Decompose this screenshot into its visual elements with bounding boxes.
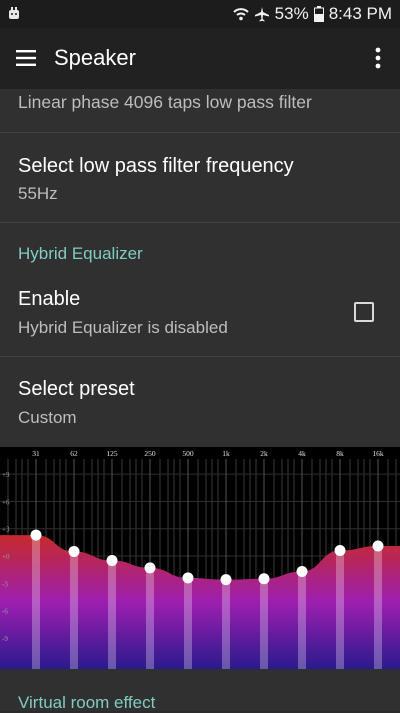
band-knob[interactable]: [220, 574, 232, 586]
enable-summary: Hybrid Equalizer is disabled: [18, 318, 228, 337]
band-frequency-label: 62: [70, 449, 78, 458]
db-tick-label: -6: [2, 608, 8, 616]
band-knob[interactable]: [334, 545, 346, 557]
band-slider-track[interactable]: [336, 550, 344, 669]
band-frequency-label: 250: [144, 449, 156, 458]
band-slider-track[interactable]: [374, 545, 382, 669]
db-tick-label: +0: [2, 553, 10, 561]
battery-percent: 53%: [274, 4, 309, 23]
band-knob[interactable]: [68, 545, 80, 557]
virtual-room-category: Virtual room effect: [18, 693, 156, 712]
preset-title: Select preset: [18, 378, 135, 400]
band-slider-track[interactable]: [146, 567, 154, 669]
band-frequency-label: 1k: [222, 449, 230, 458]
band-slider-track[interactable]: [298, 571, 306, 669]
band-slider-track[interactable]: [108, 560, 116, 669]
hamburger-menu-icon[interactable]: [14, 46, 38, 70]
low-pass-frequency-summary: 55Hz: [18, 184, 58, 203]
band-knob[interactable]: [30, 529, 42, 541]
db-tick-label: -3: [2, 580, 8, 588]
status-bar: 53% 8:43 PM: [0, 0, 400, 28]
low-pass-type-summary: Linear phase 4096 taps low pass filter: [18, 92, 312, 112]
band-slider-track[interactable]: [260, 578, 268, 669]
band-frequency-label: 31: [32, 449, 40, 458]
db-tick-label: +6: [2, 498, 10, 506]
band-frequency-label: 4k: [298, 449, 306, 458]
enable-checkbox[interactable]: [354, 302, 374, 322]
band-frequency-label: 16k: [372, 449, 384, 458]
band-frequency-label: 500: [182, 449, 194, 458]
band-knob[interactable]: [372, 540, 384, 552]
enable-title: Enable: [18, 288, 81, 310]
band-frequency-label: 2k: [260, 449, 268, 458]
hybrid-equalizer-category: Hybrid Equalizer: [18, 244, 143, 263]
low-pass-type-item[interactable]: Linear phase 4096 taps low pass filter: [0, 89, 400, 133]
airplane-mode-icon: [254, 7, 269, 22]
more-vertical-icon[interactable]: [374, 46, 382, 70]
band-knob[interactable]: [182, 572, 194, 584]
enable-equalizer-item[interactable]: Enable Hybrid Equalizer is disabled: [0, 267, 400, 357]
page-title: Speaker: [54, 45, 136, 70]
band-slider-track[interactable]: [32, 535, 40, 669]
low-pass-frequency-item[interactable]: Select low pass filter frequency 55Hz: [0, 133, 400, 223]
select-preset-item[interactable]: Select preset Custom: [0, 357, 400, 446]
band-frequency-label: 125: [106, 449, 118, 458]
preset-summary: Custom: [18, 408, 77, 427]
app-toolbar: Speaker: [0, 28, 400, 89]
low-pass-frequency-title: Select low pass filter frequency: [18, 155, 294, 177]
battery-icon: [313, 6, 324, 22]
db-tick-label: +3: [2, 526, 10, 534]
band-knob[interactable]: [144, 562, 156, 574]
equalizer-canvas[interactable]: 31 62 125 250 500 1k 2k 4k 8k 16k +9 +6 +3 +0 -3 -6 -9: [0, 447, 400, 669]
wifi-icon: [232, 8, 249, 21]
band-frequency-label: 8k: [336, 449, 344, 458]
db-tick-label: -9: [2, 635, 8, 643]
band-slider-track[interactable]: [222, 579, 230, 669]
band-knob[interactable]: [106, 555, 118, 567]
db-tick-label: +9: [2, 471, 10, 479]
clock: 8:43 PM: [328, 4, 392, 23]
band-knob[interactable]: [258, 573, 270, 585]
band-slider-track[interactable]: [70, 551, 78, 669]
notification-icon: [9, 7, 19, 19]
equalizer-graph[interactable]: 31 62 125 250 500 1k 2k 4k 8k 16k +9 +6 +3 +0 -3 -6 -9: [0, 447, 400, 669]
band-slider-track[interactable]: [184, 577, 192, 669]
band-knob[interactable]: [296, 565, 308, 577]
